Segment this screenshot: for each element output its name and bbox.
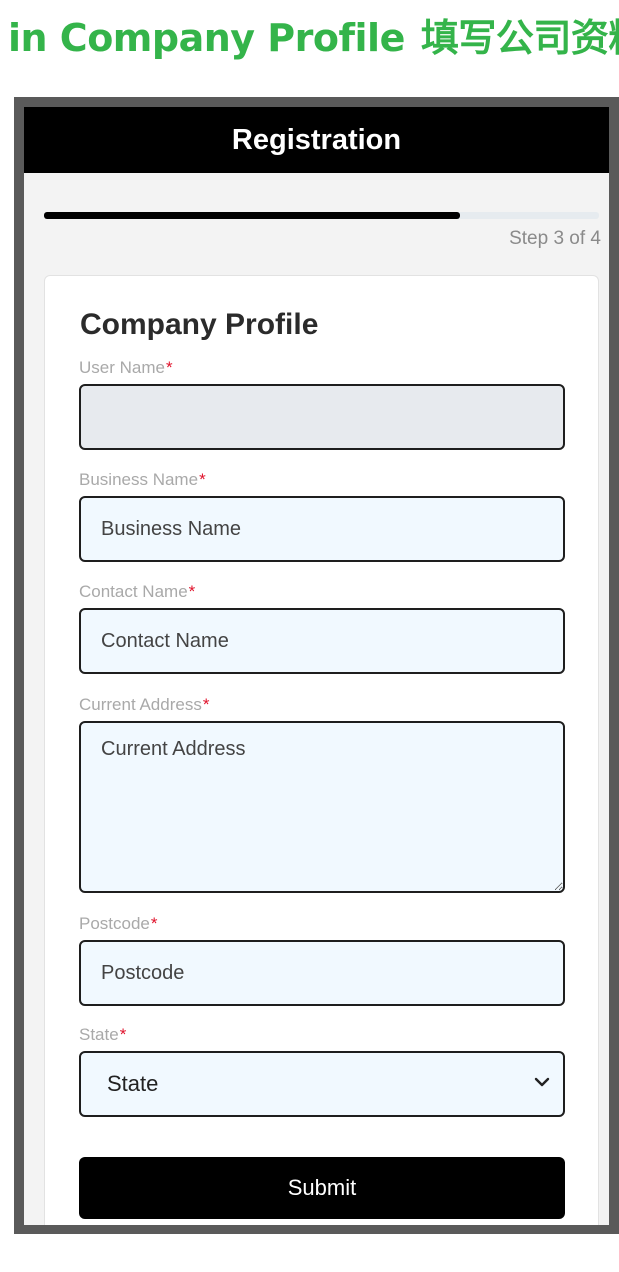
postcode-input[interactable] <box>79 940 565 1006</box>
state-select-value[interactable]: State <box>79 1051 565 1117</box>
required-mark: * <box>188 582 196 601</box>
state-select[interactable]: State <box>79 1051 565 1117</box>
required-mark: * <box>202 695 210 714</box>
required-mark: * <box>150 914 158 933</box>
phone-frame: Registration Step 3 of 4 Company Profile… <box>14 97 619 1234</box>
postcode-label: Postcode* <box>79 914 158 933</box>
registration-form: Company Profile User Name* Business Name… <box>44 275 599 1225</box>
submit-button[interactable]: Submit <box>79 1157 565 1219</box>
contact-name-input[interactable] <box>79 608 565 674</box>
progress-bar <box>44 212 599 219</box>
required-mark: * <box>199 470 206 489</box>
banner-text: in Company Profile <box>8 16 405 60</box>
business-name-label: Business Name* <box>79 470 206 489</box>
business-name-input[interactable] <box>79 496 565 562</box>
required-mark: * <box>165 358 173 377</box>
current-address-label: Current Address* <box>79 695 210 714</box>
user-name-label: User Name* <box>79 358 173 377</box>
required-mark: * <box>119 1025 127 1044</box>
instruction-banner: in Company Profile 填写公司资料 <box>8 10 619 66</box>
banner-chinese-text: 填写公司资料 <box>420 15 619 60</box>
contact-name-label: Contact Name* <box>79 582 196 601</box>
chevron-down-icon <box>534 1077 550 1087</box>
current-address-textarea[interactable] <box>79 721 565 893</box>
step-indicator: Step 3 of 4 <box>509 228 601 249</box>
user-name-input[interactable] <box>79 384 565 450</box>
page-title: Registration <box>24 107 609 173</box>
progress-fill <box>44 212 461 219</box>
state-label: State* <box>79 1025 127 1044</box>
form-title: Company Profile <box>80 308 319 341</box>
